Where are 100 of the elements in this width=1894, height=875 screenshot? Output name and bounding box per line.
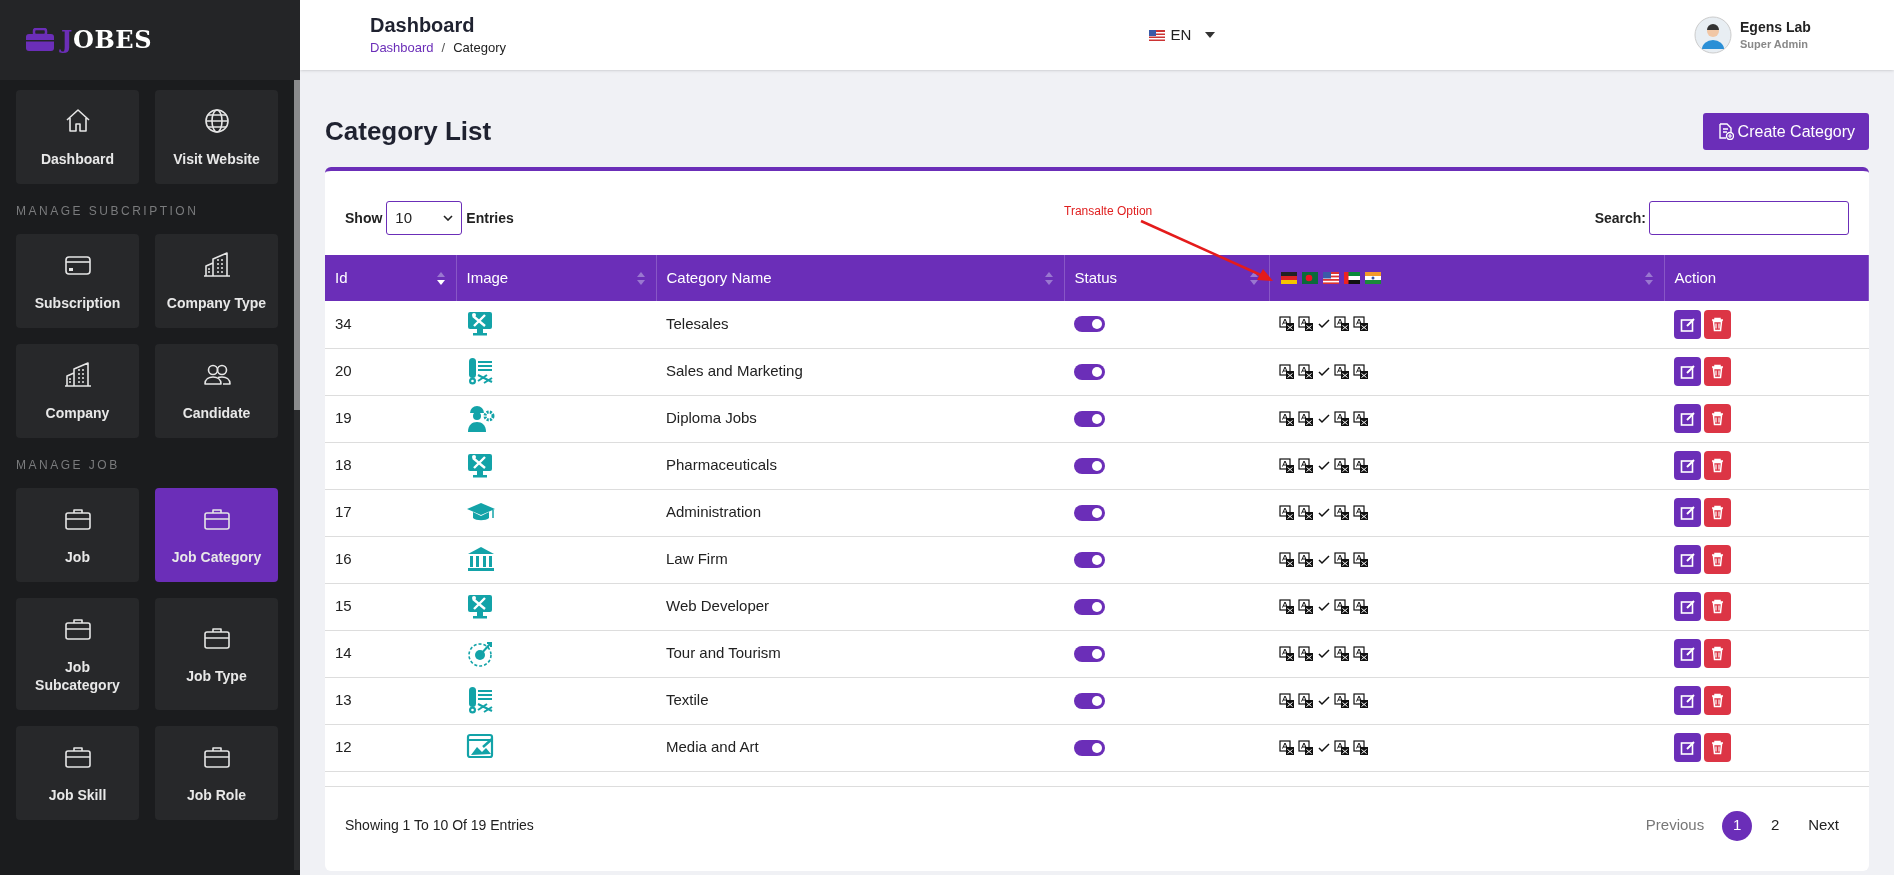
translate-icon[interactable] — [1334, 316, 1350, 333]
translate-icon[interactable] — [1334, 598, 1350, 615]
column-header[interactable]: Action — [1674, 266, 1717, 290]
translate-icon[interactable] — [1279, 410, 1295, 427]
delete-button[interactable] — [1704, 357, 1731, 386]
sidebar-item[interactable]: Job Skill — [16, 726, 139, 820]
edit-button[interactable] — [1674, 545, 1701, 574]
translate-icon[interactable] — [1298, 457, 1314, 474]
edit-button[interactable] — [1674, 404, 1701, 433]
translate-icon[interactable] — [1279, 504, 1295, 521]
translate-icon[interactable] — [1353, 598, 1369, 615]
sidebar-item[interactable]: Company Type — [155, 234, 278, 328]
translate-icon[interactable] — [1353, 692, 1369, 709]
sidebar-item[interactable]: Job Subcategory — [16, 598, 139, 710]
edit-button[interactable] — [1674, 498, 1701, 527]
language-dropdown[interactable]: EN — [1148, 23, 1216, 47]
edit-button[interactable] — [1674, 451, 1701, 480]
translate-icon[interactable] — [1353, 316, 1369, 333]
sidebar-item[interactable]: Job — [16, 488, 139, 582]
edit-button[interactable] — [1674, 357, 1701, 386]
delete-button[interactable] — [1704, 309, 1731, 339]
translate-icon[interactable] — [1298, 692, 1314, 709]
translate-icon[interactable] — [1353, 457, 1369, 474]
translate-icon[interactable] — [1334, 739, 1350, 756]
translate-icon[interactable] — [1279, 457, 1295, 474]
delete-button[interactable] — [1704, 733, 1731, 762]
edit-button[interactable] — [1674, 592, 1701, 621]
translate-icon[interactable] — [1279, 645, 1295, 662]
status-toggle[interactable] — [1074, 504, 1105, 521]
translate-icon[interactable] — [1298, 316, 1314, 333]
status-toggle[interactable] — [1074, 551, 1105, 568]
sidebar-item[interactable]: Visit Website — [155, 90, 278, 184]
status-toggle[interactable] — [1074, 645, 1105, 662]
translate-icon[interactable] — [1279, 739, 1295, 756]
page-button[interactable]: 2 — [1760, 810, 1791, 841]
page-button[interactable]: 1 — [1722, 810, 1753, 841]
translate-icon[interactable] — [1279, 363, 1295, 380]
translate-icon[interactable] — [1334, 645, 1350, 662]
status-toggle[interactable] — [1074, 598, 1105, 615]
translate-icon[interactable] — [1353, 551, 1369, 568]
delete-button[interactable] — [1704, 592, 1731, 621]
delete-button[interactable] — [1704, 686, 1731, 715]
translate-icon[interactable] — [1298, 645, 1314, 662]
logo-text[interactable]: JOBES — [61, 22, 153, 58]
translate-icon[interactable] — [1279, 692, 1295, 709]
translate-icon[interactable] — [1334, 504, 1350, 521]
column-header[interactable]: Category Name — [666, 266, 772, 290]
sidebar-item[interactable]: Subscription — [16, 234, 139, 328]
sidebar-item[interactable]: Company — [16, 344, 139, 438]
sidebar-item[interactable]: Dashboard — [16, 90, 139, 184]
translate-icon[interactable] — [1353, 410, 1369, 427]
pagination-link[interactable]: Next — [1798, 810, 1849, 841]
entries-select[interactable]: 10 — [386, 201, 463, 235]
delete-button[interactable] — [1704, 498, 1731, 527]
translate-icon[interactable] — [1298, 504, 1314, 521]
edit-button[interactable] — [1674, 686, 1701, 715]
column-header[interactable]: Id — [335, 266, 348, 290]
delete-button[interactable] — [1704, 639, 1731, 668]
table-cell: Textile — [656, 677, 1064, 724]
sidebar-item[interactable]: Job Role — [155, 726, 278, 820]
status-toggle[interactable] — [1074, 457, 1105, 474]
avatar-icon[interactable] — [1694, 16, 1732, 54]
status-toggle[interactable] — [1074, 410, 1105, 427]
search-field[interactable] — [1649, 201, 1849, 235]
column-header[interactable]: Status — [1074, 266, 1118, 290]
translate-icon[interactable] — [1279, 551, 1295, 568]
delete-button[interactable] — [1704, 451, 1731, 480]
sidebar-item[interactable]: Candidate — [155, 344, 278, 438]
translate-icon[interactable] — [1334, 457, 1350, 474]
edit-button[interactable] — [1674, 309, 1701, 339]
column-header[interactable]: Image — [466, 266, 509, 290]
translate-icon[interactable] — [1353, 645, 1369, 662]
status-toggle[interactable] — [1074, 739, 1105, 756]
translate-icon[interactable] — [1353, 504, 1369, 521]
translate-icon[interactable] — [1298, 739, 1314, 756]
translate-icon[interactable] — [1334, 410, 1350, 427]
edit-button[interactable] — [1674, 639, 1701, 668]
table-cell: 20 — [325, 348, 456, 395]
create-category-button[interactable]: Create Category — [1702, 113, 1869, 150]
status-toggle[interactable] — [1074, 316, 1105, 333]
sidebar-item[interactable]: Job Type — [155, 598, 278, 710]
translate-icon[interactable] — [1279, 598, 1295, 615]
translate-icon[interactable] — [1353, 739, 1369, 756]
delete-button[interactable] — [1704, 404, 1731, 433]
breadcrumb-link[interactable]: Dashboard — [370, 38, 434, 58]
translate-icon[interactable] — [1298, 410, 1314, 427]
translate-icon[interactable] — [1298, 551, 1314, 568]
translate-icon[interactable] — [1334, 363, 1350, 380]
translate-icon[interactable] — [1298, 363, 1314, 380]
translate-icon[interactable] — [1298, 598, 1314, 615]
translate-icon[interactable] — [1279, 316, 1295, 333]
delete-button[interactable] — [1704, 545, 1731, 574]
status-toggle[interactable] — [1074, 692, 1105, 709]
translate-icon[interactable] — [1334, 551, 1350, 568]
pagination-link[interactable]: Previous — [1635, 810, 1715, 841]
translate-icon[interactable] — [1353, 363, 1369, 380]
translate-icon[interactable] — [1334, 692, 1350, 709]
status-toggle[interactable] — [1074, 363, 1105, 380]
edit-button[interactable] — [1674, 733, 1701, 762]
sidebar-item[interactable]: Job Category — [155, 488, 278, 582]
